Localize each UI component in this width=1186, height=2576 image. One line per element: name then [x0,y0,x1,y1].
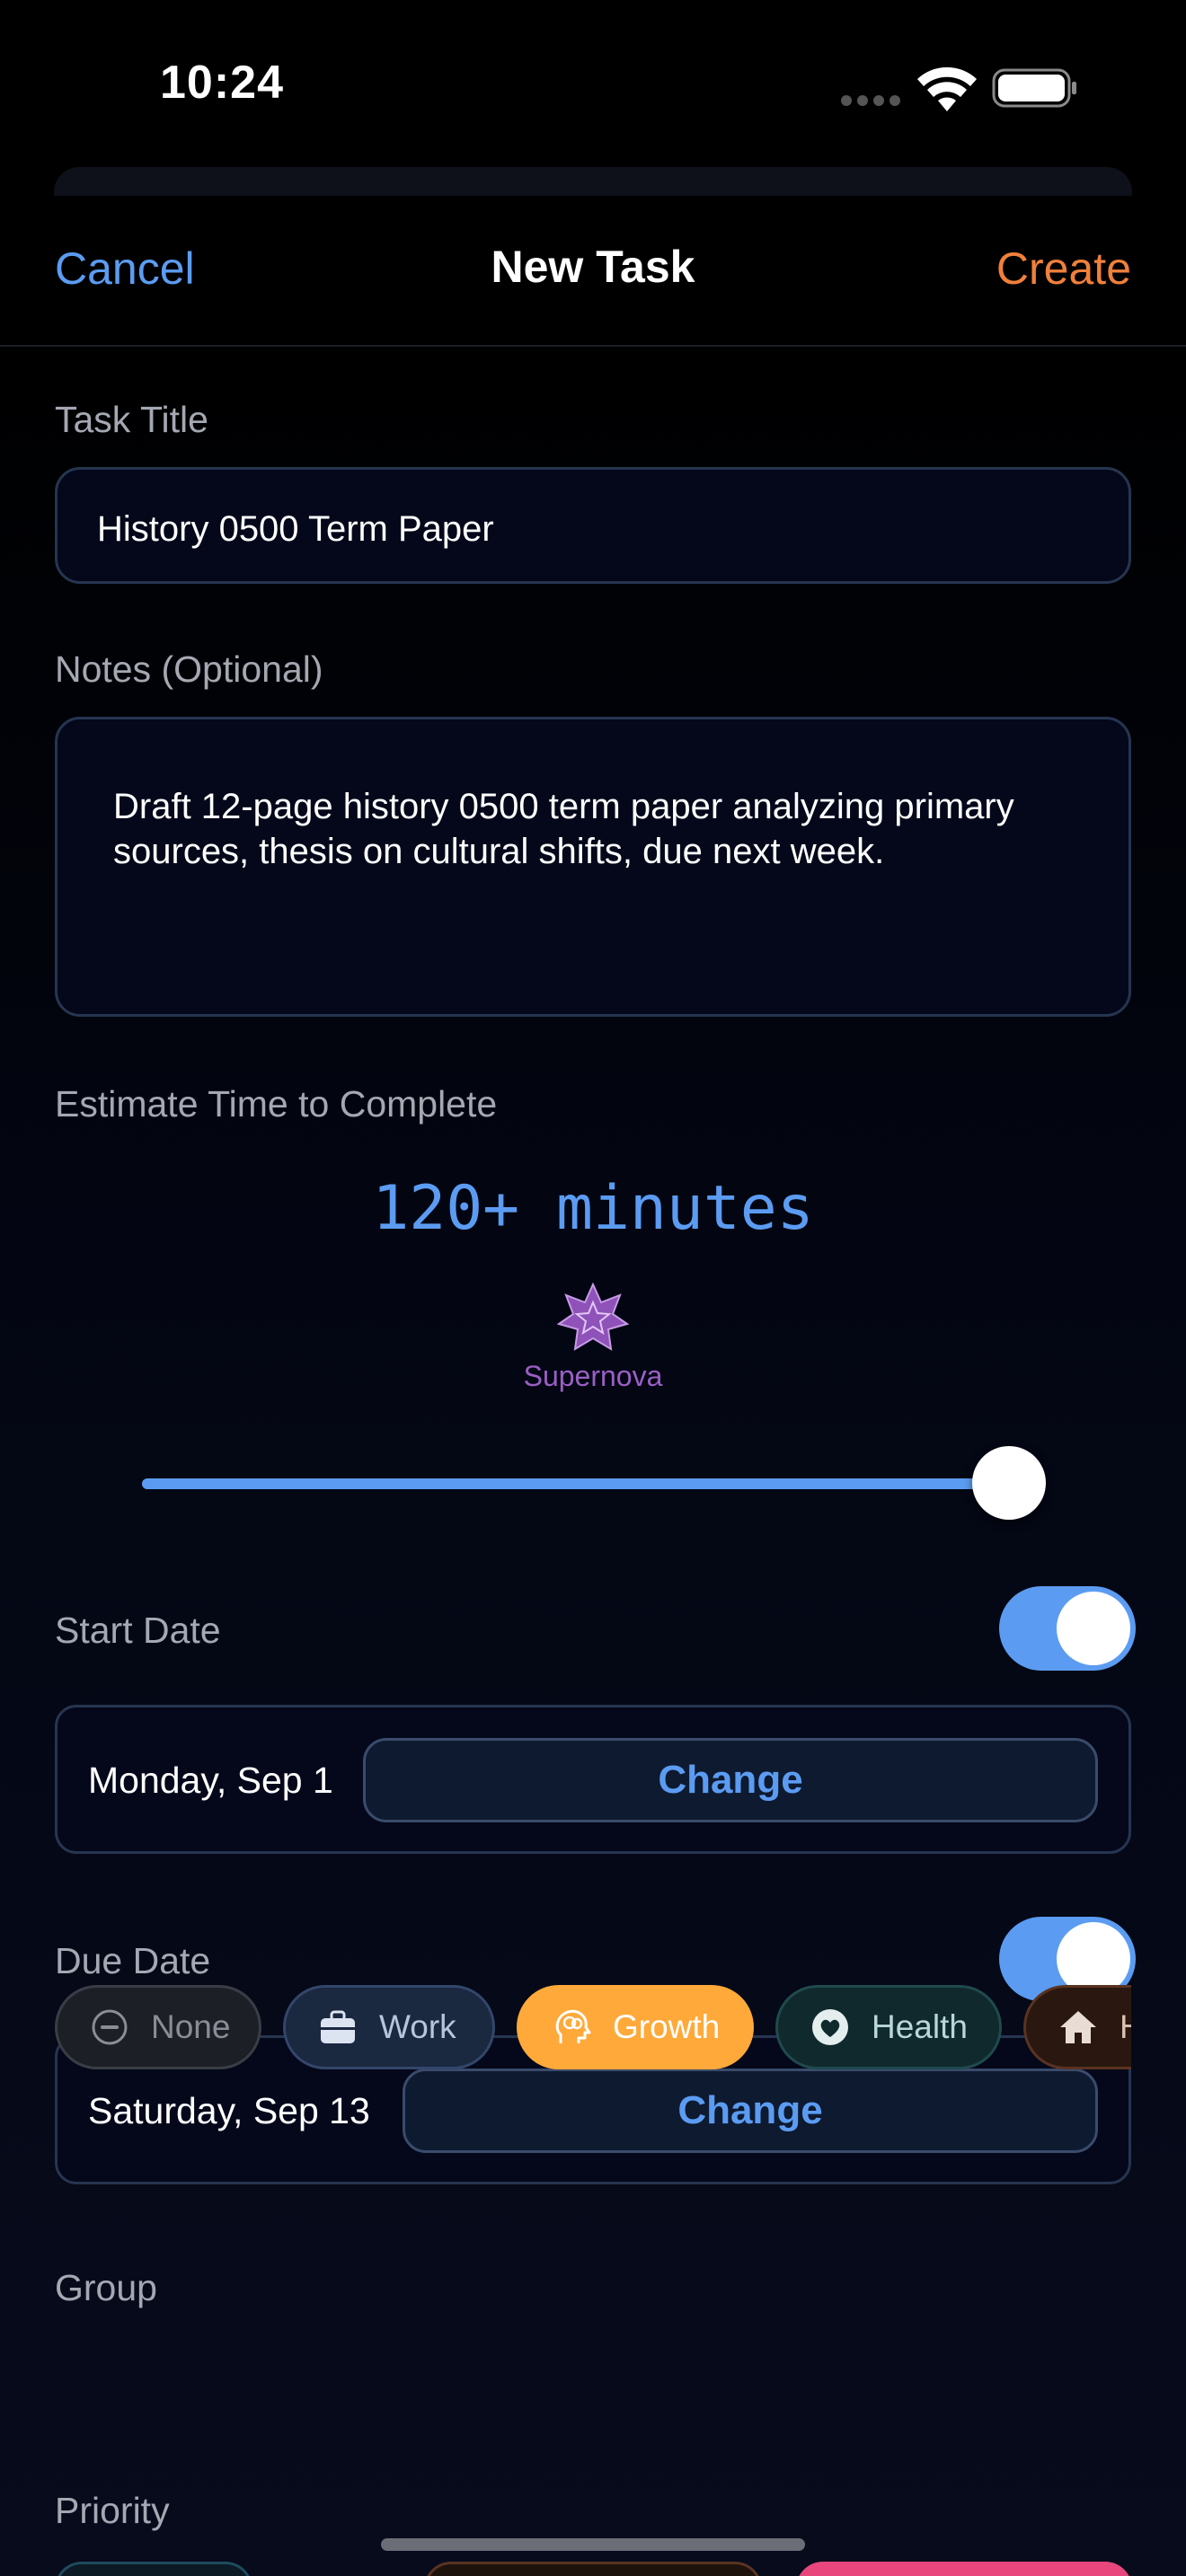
priority-chip-medium[interactable] [424,2562,762,2576]
group-chip-health[interactable]: Health [775,1985,1002,2069]
home-indicator [381,2538,805,2551]
heart-circle-icon [812,2009,848,2045]
chip-label: Growth [613,2008,721,2045]
due-date-label: Due Date [55,1940,211,1981]
group-chip-none[interactable]: None [55,1985,261,2069]
group-chip-growth[interactable]: Growth [517,1985,754,2069]
priority-chip-low[interactable] [55,2562,252,2576]
minus-circle-icon [92,2009,128,2045]
brain-head-icon [555,2009,591,2043]
estimate-value: 120+ minutes [372,1173,814,1244]
estimate-slider-thumb[interactable] [972,1446,1046,1520]
wifi-icon [917,66,977,111]
group-label: Group [55,2267,157,2308]
estimate-slider-track[interactable] [142,1478,1008,1489]
toggle-knob [1057,1592,1130,1665]
status-time: 10:24 [160,57,284,109]
notes-field[interactable]: Draft 12-page history 0500 term paper an… [55,717,1131,1017]
chip-label: H [1120,2008,1131,2046]
due-date-value: Saturday, Sep 13 [88,2090,370,2131]
estimate-label: Estimate Time to Complete [55,1083,498,1125]
group-chip-work[interactable]: Work [283,1985,495,2069]
priority-label: Priority [55,2490,170,2531]
cellular-signal-icon [841,95,900,106]
chip-label: Work [379,2008,456,2045]
start-date-label: Start Date [55,1610,221,1651]
task-title-field[interactable]: History 0500 Term Paper [55,467,1131,584]
estimate-tier-label: Supernova [523,1360,663,1392]
battery-icon [992,68,1076,108]
supernova-star-icon [557,1283,629,1351]
notes-label: Notes (Optional) [55,648,323,690]
chip-label: None [151,2008,231,2045]
nav-bar: Cancel New Task Create [0,196,1186,347]
priority-chip-high[interactable] [796,2562,1132,2576]
briefcase-icon [321,2010,355,2043]
status-bar: 10:24 [0,0,1186,171]
house-icon [1060,2011,1096,2043]
start-date-change-button[interactable]: Change [363,1738,1098,1822]
task-title-label: Task Title [55,399,208,440]
chip-label: Health [872,2008,968,2045]
sheet-background-edge [54,167,1132,196]
group-chip-row: None Work Growth Health H [55,1981,1131,2071]
new-task-form: Task Title History 0500 Term Paper Notes… [0,348,1186,2576]
create-button[interactable]: Create [996,243,1131,295]
estimate-slider-fill [142,1478,1008,1489]
start-date-value: Monday, Sep 1 [88,1760,333,1801]
group-chip-home[interactable]: H [1023,1985,1131,2069]
start-date-box: Monday, Sep 1 Change [55,1705,1131,1854]
due-date-change-button[interactable]: Change [403,2069,1098,2153]
start-date-toggle[interactable] [999,1586,1136,1671]
